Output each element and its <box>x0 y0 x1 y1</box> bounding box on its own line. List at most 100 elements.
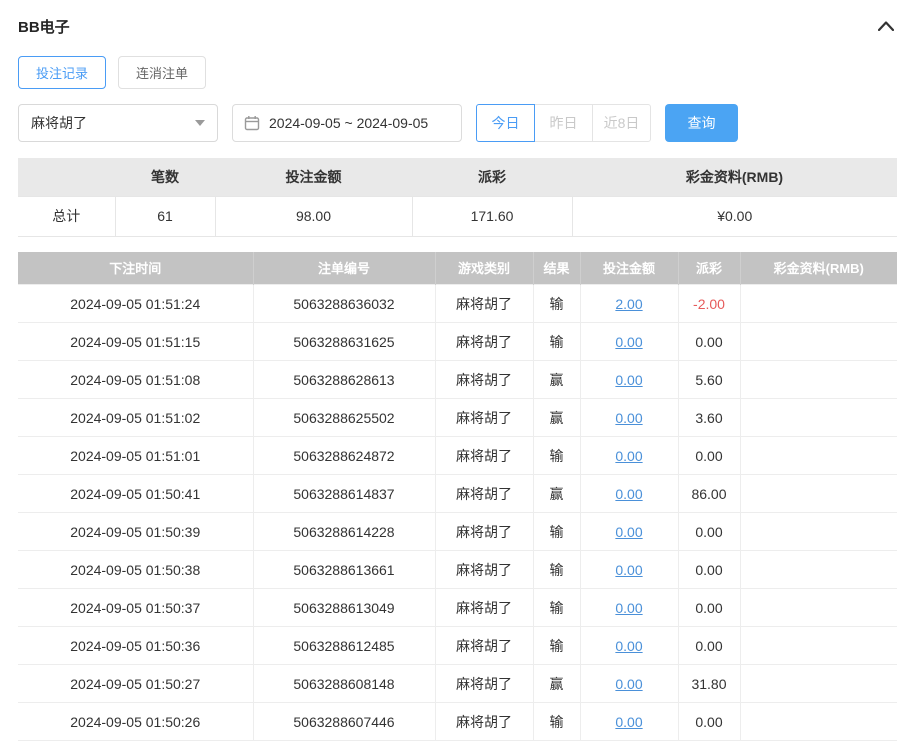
jackpot-cell <box>739 284 897 323</box>
table-row: 2024-09-05 01:50:26 5063288607446 麻将胡了输 0.0… <box>18 702 897 741</box>
payout-value: 3.60 <box>695 409 723 426</box>
table-row: 2024-09-05 01:51:08 5063288628613 麻将胡了赢 0.0… <box>18 360 897 399</box>
bet-amount-link[interactable]: 0.00 <box>615 676 642 692</box>
payout-value: 0.00 <box>695 447 723 464</box>
result-cell: 输 <box>532 550 581 589</box>
jackpot-cell <box>739 588 897 627</box>
result-cell: 输 <box>532 702 581 741</box>
summary-total-count: 61 <box>114 195 216 237</box>
table-row: 2024-09-05 01:50:38 5063288613661 麻将胡了输 0.0… <box>18 550 897 589</box>
payout-cell: 0.00 <box>677 322 741 361</box>
jackpot-cell <box>739 512 897 551</box>
bet-time-cell: 2024-09-05 01:51:02 <box>18 398 254 437</box>
table-row: 2024-09-05 01:50:41 5063288614837 麻将胡了赢 0.0… <box>18 474 897 513</box>
payout-value: 31.80 <box>691 675 727 692</box>
header-bet-time: 下注时间 <box>18 251 254 285</box>
summary-header-payout: 派彩 <box>412 158 572 196</box>
bet-amount-cell: 0.00 <box>579 512 679 551</box>
bet-time-cell: 2024-09-05 01:50:27 <box>18 664 254 703</box>
bet-amount-cell: 0.00 <box>579 702 679 741</box>
game-select[interactable]: 麻将胡了 <box>18 104 218 142</box>
page-title: BB电子 <box>18 18 70 36</box>
payout-cell: 0.00 <box>677 550 741 589</box>
bet-amount-link[interactable]: 0.00 <box>615 486 642 502</box>
bet-time-cell: 2024-09-05 01:51:24 <box>18 284 254 323</box>
bet-amount-cell: 2.00 <box>579 284 679 323</box>
result-cell: 赢 <box>532 664 581 703</box>
payout-value: 0.00 <box>695 637 723 654</box>
payout-cell: 0.00 <box>677 436 741 475</box>
payout-value: 0.00 <box>695 713 723 730</box>
bet-time-cell: 2024-09-05 01:51:01 <box>18 436 254 475</box>
record-tabs: 投注记录 连消注单 <box>18 56 897 89</box>
bet-amount-link[interactable]: 0.00 <box>615 562 642 578</box>
payout-cell: 31.80 <box>677 664 741 703</box>
bet-time-cell: 2024-09-05 01:50:38 <box>18 550 254 589</box>
jackpot-cell <box>739 436 897 475</box>
table-row: 2024-09-05 01:50:37 5063288613049 麻将胡了输 0.0… <box>18 588 897 627</box>
jackpot-cell <box>739 322 897 361</box>
summary-table: 笔数 投注金额 派彩 彩金资料(RMB) 总计 61 98.00 171.60 … <box>18 158 897 237</box>
payout-value: 0.00 <box>695 333 723 350</box>
order-number-cell: 5063288607446 <box>252 702 436 741</box>
bet-amount-link[interactable]: 2.00 <box>615 296 642 312</box>
chevron-down-icon <box>195 120 205 126</box>
search-button[interactable]: 查询 <box>665 104 738 142</box>
jackpot-cell <box>739 360 897 399</box>
bet-time-cell: 2024-09-05 01:50:37 <box>18 588 254 627</box>
payout-value: 86.00 <box>691 485 727 502</box>
bet-amount-link[interactable]: 0.00 <box>615 638 642 654</box>
bet-amount-link[interactable]: 0.00 <box>615 448 642 464</box>
game-type-cell: 麻将胡了 <box>434 702 534 741</box>
table-row: 2024-09-05 01:51:01 5063288624872 麻将胡了输 0.0… <box>18 436 897 475</box>
order-number-cell: 5063288628613 <box>252 360 436 399</box>
order-number-cell: 5063288608148 <box>252 664 436 703</box>
calendar-icon <box>244 116 260 131</box>
table-row: 2024-09-05 01:50:27 5063288608148 麻将胡了赢 0.0… <box>18 664 897 703</box>
bet-amount-link[interactable]: 0.00 <box>615 714 642 730</box>
summary-header-row: 笔数 投注金额 派彩 彩金资料(RMB) <box>18 158 897 196</box>
header-jackpot: 彩金资料(RMB) <box>740 251 897 285</box>
bet-table-body: 2024-09-05 01:51:24 5063288636032 麻将胡了输 2.0… <box>18 284 897 741</box>
payout-value: 0.00 <box>695 561 723 578</box>
date-range-value: 2024-09-05 ~ 2024-09-05 <box>269 115 429 131</box>
bet-amount-link[interactable]: 0.00 <box>615 410 642 426</box>
payout-cell: 0.00 <box>677 512 741 551</box>
tab-bet-records[interactable]: 投注记录 <box>18 56 107 89</box>
collapse-panel-button[interactable] <box>875 15 897 37</box>
summary-total-jackpot: ¥0.00 <box>571 195 897 237</box>
bet-time-cell: 2024-09-05 01:50:26 <box>18 702 254 741</box>
table-row: 2024-09-05 01:51:24 5063288636032 麻将胡了输 2.0… <box>18 284 897 323</box>
last-8-days-button[interactable]: 近8日 <box>592 104 651 142</box>
jackpot-cell <box>739 626 897 665</box>
bet-amount-link[interactable]: 0.00 <box>615 372 642 388</box>
bet-amount-cell: 0.00 <box>579 360 679 399</box>
jackpot-cell <box>739 398 897 437</box>
header-game-type: 游戏类别 <box>435 251 534 285</box>
tab-cancelled-orders[interactable]: 连消注单 <box>118 56 207 89</box>
order-number-cell: 5063288613661 <box>252 550 436 589</box>
result-cell: 输 <box>532 284 581 323</box>
jackpot-cell <box>739 702 897 741</box>
bet-amount-link[interactable]: 0.00 <box>615 524 642 540</box>
today-button[interactable]: 今日 <box>476 104 535 142</box>
game-type-cell: 麻将胡了 <box>434 474 534 513</box>
game-type-cell: 麻将胡了 <box>434 588 534 627</box>
date-range-picker[interactable]: 2024-09-05 ~ 2024-09-05 <box>232 104 462 142</box>
game-type-cell: 麻将胡了 <box>434 284 534 323</box>
payout-cell: 3.60 <box>677 398 741 437</box>
order-number-cell: 5063288613049 <box>252 588 436 627</box>
bet-amount-link[interactable]: 0.00 <box>615 600 642 616</box>
payout-value: 5.60 <box>695 371 723 388</box>
yesterday-button[interactable]: 昨日 <box>534 104 593 142</box>
jackpot-cell <box>739 474 897 513</box>
bet-amount-link[interactable]: 0.00 <box>615 334 642 350</box>
result-cell: 输 <box>532 512 581 551</box>
titlebar: BB电子 <box>18 12 897 40</box>
bet-records-panel: BB电子 投注记录 连消注单 麻将胡了 2024-09-05 ~ 2024-09… <box>0 0 915 741</box>
bet-time-cell: 2024-09-05 01:50:36 <box>18 626 254 665</box>
summary-header-blank <box>18 158 115 196</box>
table-row: 2024-09-05 01:50:39 5063288614228 麻将胡了输 0.0… <box>18 512 897 551</box>
result-cell: 输 <box>532 626 581 665</box>
bet-amount-cell: 0.00 <box>579 322 679 361</box>
